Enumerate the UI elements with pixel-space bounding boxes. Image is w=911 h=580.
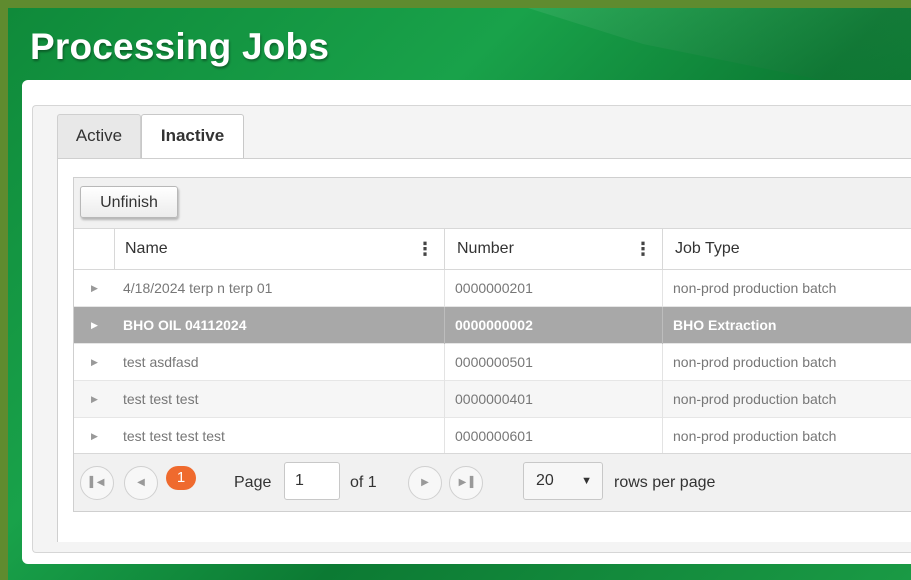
prev-page-icon[interactable]: ◀ bbox=[124, 466, 158, 500]
cell-name: test test test bbox=[115, 381, 445, 418]
table-row[interactable]: ▶ test asdfasd 0000000501 non-prod produ… bbox=[74, 344, 911, 381]
tab-label: Active bbox=[75, 126, 123, 145]
rows-per-page-label: rows per page bbox=[614, 474, 716, 491]
cell-job-type: non-prod production batch bbox=[673, 391, 837, 407]
page-number-input[interactable] bbox=[284, 462, 340, 500]
column-header-name[interactable]: Name ⋮ bbox=[115, 229, 445, 269]
cell-number: 0000000002 bbox=[445, 307, 663, 344]
cell-name: BHO OIL 04112024 bbox=[115, 307, 445, 344]
tab-inactive[interactable]: Inactive bbox=[141, 114, 244, 160]
cell-number: 0000000201 bbox=[445, 270, 663, 307]
first-page-icon[interactable]: ▌◀ bbox=[80, 466, 114, 500]
last-page-icon[interactable]: ▶▐ bbox=[449, 466, 483, 500]
tab-container: Active Inactive Unfinish Name ⋮ Number ⋮… bbox=[32, 105, 911, 553]
table-row[interactable]: ▶ 4/18/2024 terp n terp 01 0000000201 no… bbox=[74, 270, 911, 307]
expander-header bbox=[74, 229, 115, 269]
column-menu-icon[interactable]: ⋮ bbox=[416, 229, 434, 269]
tab-label: Inactive bbox=[160, 126, 225, 145]
cell-number: 0000000501 bbox=[445, 344, 663, 381]
expand-arrow-icon[interactable]: ▶ bbox=[74, 344, 115, 381]
rows-per-page-select[interactable]: 20 ▼ bbox=[523, 462, 603, 500]
grid-header: Name ⋮ Number ⋮ Job Type bbox=[74, 229, 911, 270]
column-header-job-type[interactable]: Job Type bbox=[663, 229, 911, 269]
rows-per-page-value: 20 bbox=[536, 472, 554, 489]
column-header-label: Job Type bbox=[675, 240, 740, 257]
chevron-down-icon: ▼ bbox=[581, 475, 592, 487]
column-menu-icon[interactable]: ⋮ bbox=[634, 229, 652, 269]
cell-name: test test test test bbox=[115, 418, 445, 455]
cell-number: 0000000401 bbox=[445, 381, 663, 418]
expand-arrow-icon[interactable]: ▶ bbox=[74, 270, 115, 307]
expand-arrow-icon[interactable]: ▶ bbox=[74, 307, 115, 344]
current-page-badge[interactable]: 1 bbox=[166, 466, 196, 490]
cell-job-type: BHO Extraction bbox=[673, 317, 777, 333]
tab-active[interactable]: Active bbox=[57, 114, 141, 158]
content-panel: Active Inactive Unfinish Name ⋮ Number ⋮… bbox=[22, 80, 911, 564]
jobs-grid: Unfinish Name ⋮ Number ⋮ Job Type ▶ 4/18… bbox=[73, 177, 911, 512]
column-header-number[interactable]: Number ⋮ bbox=[445, 229, 663, 269]
grid-toolbar: Unfinish bbox=[74, 178, 911, 229]
cell-job-type: non-prod production batch bbox=[673, 280, 837, 296]
expand-arrow-icon[interactable]: ▶ bbox=[74, 418, 115, 455]
page-title: Processing Jobs bbox=[30, 26, 330, 67]
table-row[interactable]: ▶ test test test test 0000000601 non-pro… bbox=[74, 418, 911, 455]
table-row-selected[interactable]: ▶ BHO OIL 04112024 0000000002 BHO Extrac… bbox=[74, 307, 911, 344]
page-count-label: of 1 bbox=[350, 474, 377, 491]
expand-arrow-icon[interactable]: ▶ bbox=[74, 381, 115, 418]
cell-name: 4/18/2024 terp n terp 01 bbox=[115, 270, 445, 307]
window-frame: Processing Jobs Active Inactive Unfinish bbox=[0, 0, 911, 580]
page-label: Page bbox=[234, 474, 272, 491]
cell-job-type: non-prod production batch bbox=[673, 354, 837, 370]
tab-panel-inactive: Unfinish Name ⋮ Number ⋮ Job Type ▶ 4/18… bbox=[57, 158, 911, 542]
next-page-icon[interactable]: ▶ bbox=[408, 466, 442, 500]
cell-job-type: non-prod production batch bbox=[673, 428, 837, 444]
pager: ▌◀ ◀ 1 Page of 1 ▶ ▶▐ 20 ▼ rows per page bbox=[74, 453, 911, 511]
column-header-label: Number bbox=[457, 240, 514, 257]
unfinish-button[interactable]: Unfinish bbox=[80, 186, 178, 218]
table-row[interactable]: ▶ test test test 0000000401 non-prod pro… bbox=[74, 381, 911, 418]
column-header-label: Name bbox=[125, 240, 168, 257]
cell-name: test asdfasd bbox=[115, 344, 445, 381]
cell-number: 0000000601 bbox=[445, 418, 663, 455]
